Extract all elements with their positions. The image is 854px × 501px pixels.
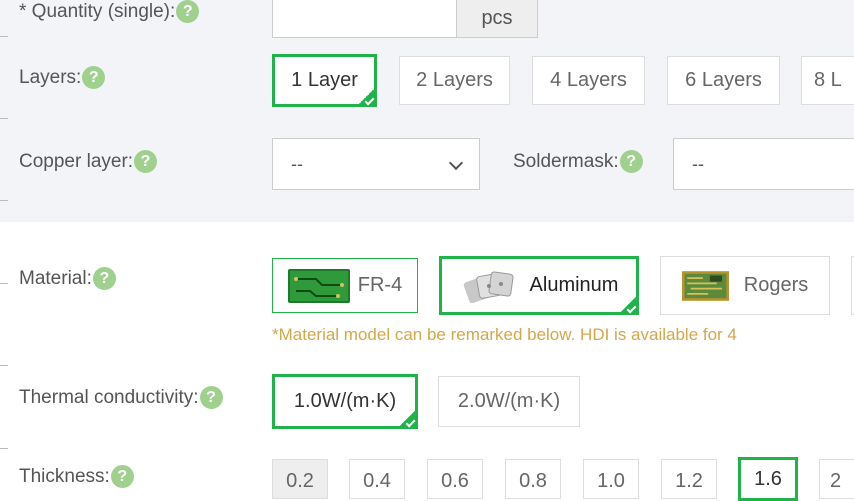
layer-option-2[interactable]: 2 Layers <box>399 56 510 105</box>
copper-label: Copper layer:? <box>19 150 158 173</box>
thickness-option-1.2[interactable]: 1.2 <box>661 459 717 499</box>
material-label: Material:? <box>19 267 116 290</box>
material-option-fr4[interactable]: FR-4 <box>272 258 418 313</box>
material-option-rogers[interactable]: Rogers <box>660 256 830 315</box>
layers-label: Layers:? <box>19 66 106 89</box>
thickness-option-0.6[interactable]: 0.6 <box>427 459 483 499</box>
layer-option-1[interactable]: 1 Layer <box>272 54 377 107</box>
help-icon[interactable]: ? <box>92 267 116 290</box>
thickness-option-0.2[interactable]: 0.2 <box>272 459 328 499</box>
help-icon[interactable]: ? <box>110 465 134 488</box>
chevron-down-icon <box>448 155 464 171</box>
thickness-option-0.8[interactable]: 0.8 <box>505 459 561 499</box>
check-icon <box>355 87 377 107</box>
aluminum-board-icon <box>463 270 514 303</box>
layer-option-6[interactable]: 6 Layers <box>667 56 780 105</box>
rogers-board-icon <box>681 270 729 301</box>
quantity-unit: pcs <box>456 0 538 38</box>
thickness-option-2[interactable]: 2 <box>819 459 854 499</box>
material-option-aluminum[interactable]: Aluminum <box>439 256 639 315</box>
help-icon[interactable]: ? <box>176 0 200 23</box>
check-icon <box>396 409 418 429</box>
material-note: *Material model can be remarked below. H… <box>272 325 737 344</box>
help-icon[interactable]: ? <box>134 150 158 173</box>
layer-option-4[interactable]: 4 Layers <box>532 56 645 105</box>
page-edge <box>0 0 8 480</box>
help-icon[interactable]: ? <box>82 66 106 89</box>
thickness-option-0.4[interactable]: 0.4 <box>349 459 405 499</box>
thermal-option-2[interactable]: 2.0W/(m·K) <box>438 376 580 427</box>
thermal-option-1[interactable]: 1.0W/(m·K) <box>272 374 418 429</box>
fr4-board-icon <box>287 268 350 303</box>
thickness-option-1.0[interactable]: 1.0 <box>583 459 639 499</box>
quantity-label: * Quantity (single):? <box>19 0 200 23</box>
soldermask-select[interactable]: -- <box>673 138 854 190</box>
thermal-label: Thermal conductivity:? <box>19 386 223 409</box>
thickness-label: Thickness:? <box>19 465 134 488</box>
copper-select[interactable]: -- <box>272 138 480 190</box>
thickness-option-1.6[interactable]: 1.6 <box>738 457 798 501</box>
help-icon[interactable]: ? <box>619 150 643 173</box>
check-icon <box>617 295 639 315</box>
quantity-input[interactable] <box>272 0 458 38</box>
help-icon[interactable]: ? <box>199 386 223 409</box>
layer-option-8[interactable]: 8 L <box>801 56 854 105</box>
soldermask-label: Soldermask:? <box>513 150 643 173</box>
